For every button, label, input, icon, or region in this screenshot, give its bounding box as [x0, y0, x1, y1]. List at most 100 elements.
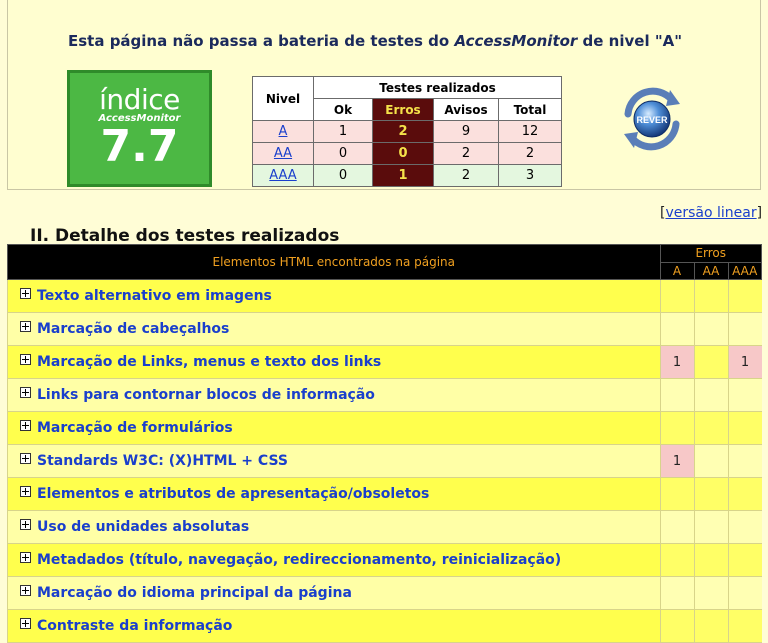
- test-name-label[interactable]: Marcação do idioma principal da página: [37, 585, 352, 601]
- test-row: Texto alternativo em imagens: [7, 279, 762, 313]
- level-cell: AAA: [252, 164, 314, 187]
- error-count-aaa: [727, 312, 762, 346]
- test-row: Elementos e atributos de apresentação/ob…: [7, 477, 762, 511]
- test-name-cell[interactable]: Elementos e atributos de apresentação/ob…: [7, 477, 660, 511]
- error-count-aaa: [727, 378, 762, 412]
- test-name-cell[interactable]: Marcação de cabeçalhos: [7, 312, 660, 346]
- expand-plus-icon[interactable]: [20, 288, 31, 299]
- error-count-aa: [693, 576, 728, 610]
- test-row: Marcação de cabeçalhos: [7, 312, 762, 346]
- expand-plus-icon[interactable]: [20, 585, 31, 596]
- error-count-aaa: [727, 279, 762, 313]
- test-row: Standards W3C: (X)HTML + CSS 1: [7, 444, 762, 478]
- test-name-cell[interactable]: Texto alternativo em imagens: [7, 279, 660, 313]
- expand-plus-icon[interactable]: [20, 354, 31, 365]
- test-name-cell[interactable]: Contraste da informação: [7, 609, 660, 643]
- level-cell: AA: [252, 142, 314, 165]
- level-row-a: A 1 2 9 12: [252, 120, 562, 143]
- test-name-cell[interactable]: Links para contornar blocos de informaçã…: [7, 378, 660, 412]
- test-name-label[interactable]: Marcação de formulários: [37, 420, 233, 436]
- error-count-aa: [693, 345, 728, 379]
- error-count-aaa: 1: [727, 345, 762, 379]
- test-name-label[interactable]: Elementos e atributos de apresentação/ob…: [37, 486, 429, 502]
- error-count-a: [659, 609, 694, 643]
- test-row: Contraste da informação: [7, 609, 762, 643]
- test-name-label[interactable]: Standards W3C: (X)HTML + CSS: [37, 453, 288, 469]
- refresh-globe-icon: REVER: [624, 87, 680, 151]
- level-row-aaa: AAA 0 1 2 3: [252, 164, 562, 187]
- col-avisos: Avisos: [433, 98, 499, 121]
- col-total: Total: [498, 98, 562, 121]
- ok-cell: 1: [313, 120, 373, 143]
- tests-title: Testes realizados: [313, 76, 562, 99]
- test-name-label[interactable]: Marcação de cabeçalhos: [37, 321, 229, 337]
- test-name-cell[interactable]: Marcação do idioma principal da página: [7, 576, 660, 610]
- erros-cell: 2: [372, 120, 434, 143]
- level-link-aaa[interactable]: AAA: [269, 168, 296, 183]
- nivel-header: Nivel: [252, 76, 314, 121]
- ok-cell: 0: [313, 164, 373, 187]
- error-count-aaa: [727, 510, 762, 544]
- expand-plus-icon[interactable]: [20, 486, 31, 497]
- expand-plus-icon[interactable]: [20, 321, 31, 332]
- error-count-aaa: [727, 477, 762, 511]
- erros-cell: 1: [372, 164, 434, 187]
- error-count-a: [659, 378, 694, 412]
- total-cell: 3: [498, 164, 562, 187]
- test-name-label[interactable]: Uso de unidades absolutas: [37, 519, 249, 535]
- level-link-aa[interactable]: AA: [274, 146, 292, 161]
- detail-table: Elementos HTML encontrados na página Err…: [7, 244, 762, 643]
- test-row: Marcação do idioma principal da página: [7, 576, 762, 610]
- error-count-a: [659, 312, 694, 346]
- test-row: Marcação de formulários: [7, 411, 762, 445]
- expand-plus-icon[interactable]: [20, 552, 31, 563]
- error-count-aa: [693, 444, 728, 478]
- section-title: II. Detalhe dos testes realizados: [30, 226, 340, 246]
- expand-plus-icon[interactable]: [20, 453, 31, 464]
- expand-plus-icon[interactable]: [20, 420, 31, 431]
- error-count-aaa: [727, 444, 762, 478]
- test-row: Uso de unidades absolutas: [7, 510, 762, 544]
- summary-panel: Esta página não passa a bateria de teste…: [7, 0, 761, 190]
- error-count-aaa: [727, 411, 762, 445]
- expand-plus-icon[interactable]: [20, 519, 31, 530]
- test-name-cell[interactable]: Standards W3C: (X)HTML + CSS: [7, 444, 660, 478]
- expand-plus-icon[interactable]: [20, 618, 31, 629]
- avisos-cell: 2: [433, 164, 499, 187]
- linear-version: [versão linear]: [660, 205, 762, 221]
- error-count-a: 1: [659, 345, 694, 379]
- test-name-label[interactable]: Contraste da informação: [37, 618, 232, 634]
- col-erros: Erros: [372, 98, 434, 121]
- test-name-label[interactable]: Links para contornar blocos de informaçã…: [37, 387, 375, 403]
- test-name-cell[interactable]: Uso de unidades absolutas: [7, 510, 660, 544]
- test-row: Metadados (título, navegação, redireccio…: [7, 543, 762, 577]
- test-row: Links para contornar blocos de informaçã…: [7, 378, 762, 412]
- test-name-label[interactable]: Metadados (título, navegação, redireccio…: [37, 552, 561, 568]
- test-name-label[interactable]: Marcação de Links, menus e texto dos lin…: [37, 354, 381, 370]
- score-value: 7.7: [100, 121, 179, 172]
- col-ok: Ok: [313, 98, 373, 121]
- expand-plus-icon[interactable]: [20, 387, 31, 398]
- error-count-aa: [693, 609, 728, 643]
- error-count-aa: [693, 543, 728, 577]
- avisos-cell: 2: [433, 142, 499, 165]
- test-name-cell[interactable]: Marcação de formulários: [7, 411, 660, 445]
- level-link-a[interactable]: A: [279, 124, 288, 139]
- error-count-a: 1: [659, 444, 694, 478]
- ok-cell: 0: [313, 142, 373, 165]
- total-cell: 2: [498, 142, 562, 165]
- test-name-cell[interactable]: Metadados (título, navegação, redireccio…: [7, 543, 660, 577]
- error-count-aa: [693, 411, 728, 445]
- rever-button[interactable]: REVER: [614, 84, 690, 154]
- detail-header-aa: AA: [693, 261, 729, 280]
- test-name-label[interactable]: Texto alternativo em imagens: [37, 288, 272, 304]
- error-count-a: [659, 543, 694, 577]
- erros-cell: 0: [372, 142, 434, 165]
- linear-version-link[interactable]: versão linear: [665, 205, 756, 221]
- error-count-a: [659, 279, 694, 313]
- test-row: Marcação de Links, menus e texto dos lin…: [7, 345, 762, 379]
- detail-header-a: A: [659, 261, 695, 280]
- detail-header-main: Elementos HTML encontrados na página: [7, 244, 661, 280]
- test-name-cell[interactable]: Marcação de Links, menus e texto dos lin…: [7, 345, 660, 379]
- level-row-aa: AA 0 0 2 2: [252, 142, 562, 165]
